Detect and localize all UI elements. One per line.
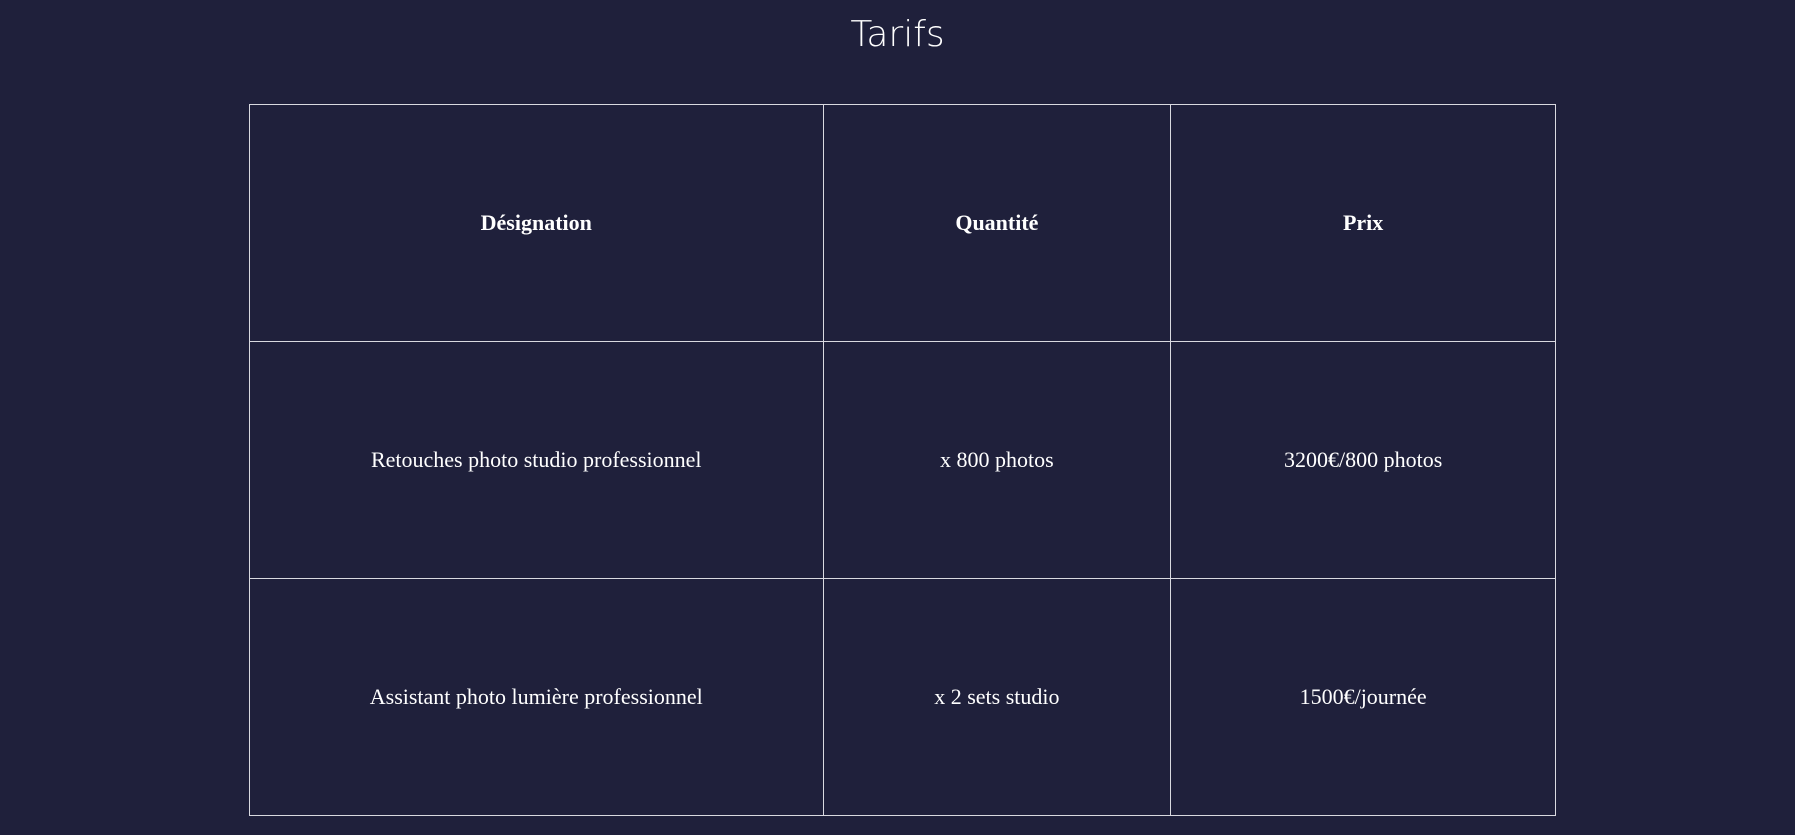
cell-prix: 1500€/journée [1170,578,1556,816]
cell-prix: 3200€/800 photos [1170,341,1556,579]
page-title: Tarifs [850,14,945,55]
cell-quantite: x 2 sets studio [822,578,1172,816]
cell-designation: Assistant photo lumière professionnel [249,578,824,816]
column-header-designation: Désignation [249,104,824,342]
column-header-quantite: Quantité [822,104,1172,342]
table-row: Retouches photo studio professionnel x 8… [249,341,1556,579]
table-header-row: Désignation Quantité Prix [249,104,1556,342]
cell-designation: Retouches photo studio professionnel [249,341,824,579]
column-header-prix: Prix [1170,104,1556,342]
pricing-table: Désignation Quantité Prix Retouches phot… [249,104,1556,816]
cell-quantite: x 800 photos [822,341,1172,579]
table-row: Assistant photo lumière professionnel x … [249,578,1556,816]
pricing-page: Tarifs Désignation Quantité Prix Retouch… [0,0,1795,835]
